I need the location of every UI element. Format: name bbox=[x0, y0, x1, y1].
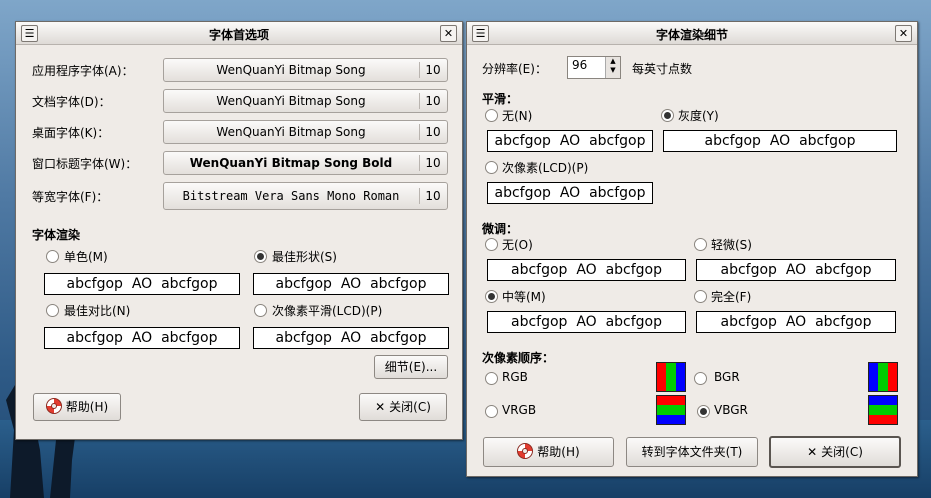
hinting-slight-preview: abcfgop AO abcfgop bbox=[696, 259, 896, 281]
hinting-full-label[interactable]: 完全(F) bbox=[711, 288, 751, 305]
subpixel-vbgr-label[interactable]: VBGR bbox=[714, 403, 748, 417]
hinting-medium-preview: abcfgop AO abcfgop bbox=[487, 311, 686, 333]
font-name: Bitstream Vera Sans Mono Roman bbox=[182, 189, 400, 203]
font-size: 10 bbox=[425, 189, 441, 203]
hinting-full-preview: abcfgop AO abcfgop bbox=[696, 311, 896, 333]
best-shapes-label[interactable]: 最佳形状(S) bbox=[272, 248, 337, 265]
monochrome-radio[interactable] bbox=[46, 250, 59, 263]
subpixel-order-heading: 次像素顺序： bbox=[482, 351, 555, 365]
window-title: 字体渲染细节 bbox=[655, 28, 728, 42]
resolution-label: 分辨率(E)： bbox=[482, 62, 547, 76]
close-button-label: 关闭(C) bbox=[821, 445, 863, 459]
subpixel-rgb-swatch-icon bbox=[656, 362, 686, 392]
close-x-icon: ✕ bbox=[807, 445, 818, 459]
smoothing-subpixel-label[interactable]: 次像素(LCD)(P) bbox=[502, 159, 588, 176]
resolution-unit: 每英寸点数 bbox=[632, 62, 693, 76]
subpixel-rgb-label[interactable]: RGB bbox=[502, 370, 528, 384]
hinting-full-radio[interactable] bbox=[694, 290, 707, 303]
hinting-medium-label[interactable]: 中等(M) bbox=[502, 288, 546, 305]
font-name: WenQuanYi Bitmap Song Bold bbox=[189, 156, 393, 170]
smoothing-none-label[interactable]: 无(N) bbox=[502, 107, 532, 124]
close-button[interactable]: ✕ 关闭(C) bbox=[359, 393, 447, 421]
window-close-button[interactable]: ✕ bbox=[895, 25, 912, 42]
resolution-value: 96 bbox=[572, 58, 588, 72]
hinting-medium-radio[interactable] bbox=[485, 290, 498, 303]
smoothing-none-radio[interactable] bbox=[485, 109, 498, 122]
font-rendering-heading: 字体渲染 bbox=[32, 228, 81, 242]
subpixel-bgr-radio[interactable] bbox=[694, 372, 707, 385]
subpixel-bgr-swatch-icon bbox=[868, 362, 898, 392]
document-font-label: 文档字体(D)： bbox=[32, 95, 111, 109]
help-button[interactable]: 帮助(H) bbox=[483, 437, 614, 467]
help-button-label: 帮助(H) bbox=[537, 445, 580, 459]
font-size: 10 bbox=[425, 125, 441, 139]
subpixel-vbgr-radio[interactable] bbox=[697, 405, 710, 418]
subpixel-rgb-radio[interactable] bbox=[485, 372, 498, 385]
window-title: 字体首选项 bbox=[208, 28, 269, 42]
best-contrast-label[interactable]: 最佳对比(N) bbox=[64, 302, 130, 319]
smoothing-none-preview: abcfgop AO abcfgop bbox=[487, 130, 653, 152]
application-font-label: 应用程序字体(A)： bbox=[32, 64, 134, 78]
best-shapes-radio[interactable] bbox=[254, 250, 267, 263]
smoothing-subpixel-radio[interactable] bbox=[485, 161, 498, 174]
window-title-font-label: 窗口标题字体(W)： bbox=[32, 157, 138, 171]
smoothing-grayscale-label[interactable]: 灰度(Y) bbox=[678, 107, 719, 124]
spinner-arrows-icon[interactable]: ▲ ▼ bbox=[605, 57, 620, 78]
help-button-label: 帮助(H) bbox=[65, 400, 109, 414]
smoothing-grayscale-radio[interactable] bbox=[661, 109, 674, 122]
document-font-button[interactable]: WenQuanYi Bitmap Song 10 bbox=[163, 89, 448, 113]
font-size: 10 bbox=[425, 63, 441, 77]
monospace-font-button[interactable]: Bitstream Vera Sans Mono Roman 10 bbox=[163, 182, 448, 210]
desktop-font-label: 桌面字体(K)： bbox=[32, 126, 110, 140]
close-button[interactable]: ✕ 关闭(C) bbox=[769, 436, 901, 468]
hinting-none-label[interactable]: 无(O) bbox=[502, 236, 533, 253]
best-shapes-preview: abcfgop AO abcfgop bbox=[253, 273, 449, 295]
application-font-button[interactable]: WenQuanYi Bitmap Song 10 bbox=[163, 58, 448, 82]
help-button[interactable]: 帮助(H) bbox=[33, 393, 121, 421]
subpixel-smoothing-label[interactable]: 次像素平滑(LCD)(P) bbox=[272, 302, 382, 319]
subpixel-vbgr-swatch-icon bbox=[868, 395, 898, 425]
resolution-spinner[interactable]: 96 ▲ ▼ bbox=[567, 56, 621, 79]
best-contrast-radio[interactable] bbox=[46, 304, 59, 317]
smoothing-grayscale-preview: abcfgop AO abcfgop bbox=[663, 130, 897, 152]
monochrome-preview: abcfgop AO abcfgop bbox=[44, 273, 240, 295]
goto-fonts-folder-button[interactable]: 转到字体文件夹(T) bbox=[626, 437, 758, 467]
font-size: 10 bbox=[425, 94, 441, 108]
hinting-slight-label[interactable]: 轻微(S) bbox=[711, 236, 752, 253]
font-preferences-window: ☰ 字体首选项 ✕ 应用程序字体(A)： WenQuanYi Bitmap So… bbox=[15, 21, 463, 440]
help-lifebuoy-icon bbox=[517, 443, 534, 459]
desktop-font-button[interactable]: WenQuanYi Bitmap Song 10 bbox=[163, 120, 448, 144]
best-contrast-preview: abcfgop AO abcfgop bbox=[44, 327, 240, 349]
monochrome-label[interactable]: 单色(M) bbox=[64, 248, 108, 265]
hinting-none-preview: abcfgop AO abcfgop bbox=[487, 259, 686, 281]
font-size: 10 bbox=[425, 156, 441, 170]
close-x-icon: ✕ bbox=[375, 400, 386, 414]
hinting-heading: 微调： bbox=[482, 222, 519, 236]
subpixel-vrgb-swatch-icon bbox=[656, 395, 686, 425]
help-lifebuoy-icon bbox=[45, 398, 62, 414]
subpixel-bgr-label[interactable]: BGR bbox=[714, 370, 740, 384]
subpixel-smoothing-radio[interactable] bbox=[254, 304, 267, 317]
hinting-none-radio[interactable] bbox=[485, 238, 498, 251]
font-name: WenQuanYi Bitmap Song bbox=[216, 63, 366, 77]
subpixel-vrgb-label[interactable]: VRGB bbox=[502, 403, 536, 417]
details-button[interactable]: 细节(E)... bbox=[374, 355, 448, 379]
font-name: WenQuanYi Bitmap Song bbox=[216, 94, 366, 108]
hinting-slight-radio[interactable] bbox=[694, 238, 707, 251]
window-title-font-button[interactable]: WenQuanYi Bitmap Song Bold 10 bbox=[163, 151, 448, 175]
font-rendering-details-window: ☰ 字体渲染细节 ✕ 分辨率(E)： 96 ▲ ▼ 每英寸点数 平滑： 无(N) … bbox=[466, 21, 918, 477]
close-button-label: 关闭(C) bbox=[389, 400, 431, 414]
smoothing-heading: 平滑： bbox=[482, 92, 519, 106]
window-close-button[interactable]: ✕ bbox=[440, 25, 457, 42]
smoothing-subpixel-preview: abcfgop AO abcfgop bbox=[487, 182, 653, 204]
subpixel-vrgb-radio[interactable] bbox=[485, 405, 498, 418]
subpixel-smoothing-preview: abcfgop AO abcfgop bbox=[253, 327, 449, 349]
titlebar: ☰ 字体渲染细节 ✕ bbox=[467, 22, 917, 45]
monospace-font-label: 等宽字体(F)： bbox=[32, 190, 109, 204]
font-name: WenQuanYi Bitmap Song bbox=[216, 125, 366, 139]
titlebar: ☰ 字体首选项 ✕ bbox=[16, 22, 462, 45]
